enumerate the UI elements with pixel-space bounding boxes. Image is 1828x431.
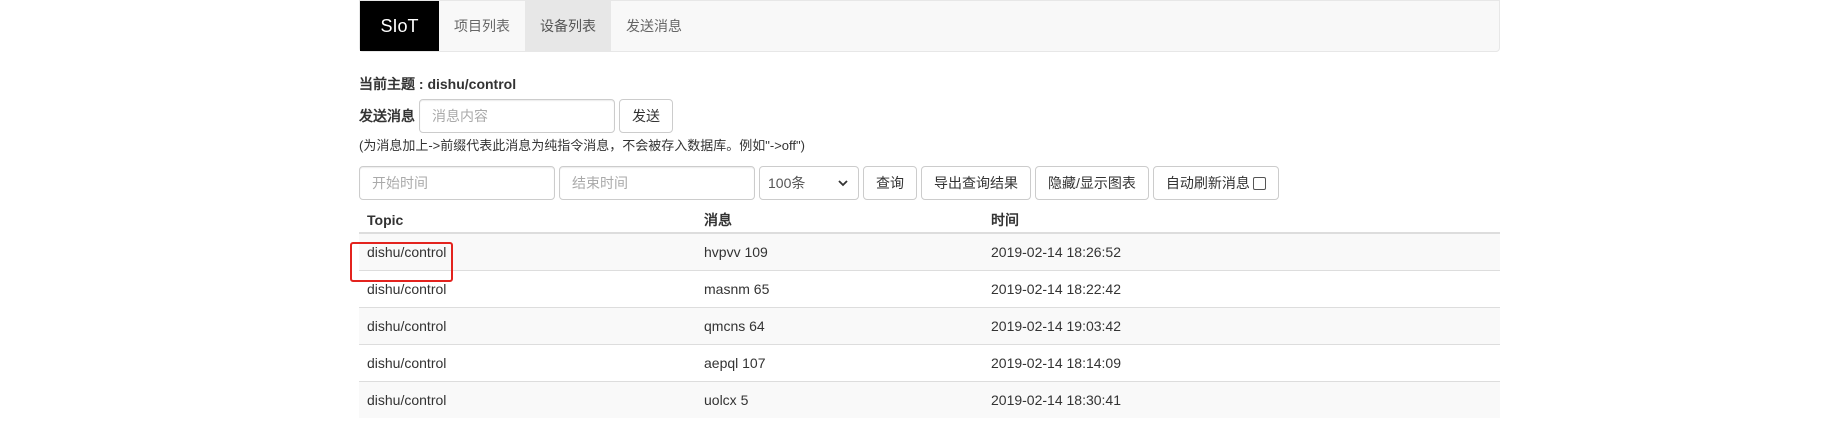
header-time: 时间	[983, 207, 1500, 234]
cell-message: uolcx 5	[696, 380, 983, 418]
nav-item-send-message[interactable]: 发送消息	[611, 1, 697, 51]
table-row: dishu/control masnm 65 2019-02-14 18:22:…	[359, 269, 1500, 307]
send-label: 发送消息	[359, 108, 415, 124]
send-button[interactable]: 发送	[619, 99, 673, 133]
query-button[interactable]: 查询	[863, 166, 917, 200]
auto-refresh-checkbox[interactable]	[1252, 176, 1266, 190]
brand-logo[interactable]: SIoT	[360, 1, 439, 51]
cell-topic: dishu/control	[359, 343, 696, 381]
table-header-row: Topic 消息 时间	[359, 207, 1500, 234]
limit-select-value: 100条	[768, 175, 806, 191]
cell-topic: dishu/control	[359, 306, 696, 344]
start-time-input[interactable]	[359, 166, 555, 200]
toggle-chart-button[interactable]: 隐藏/显示图表	[1035, 166, 1149, 200]
cell-message: qmcns 64	[696, 306, 983, 344]
cell-topic: dishu/control	[359, 232, 696, 270]
cell-time: 2019-02-14 18:22:42	[983, 269, 1500, 307]
current-topic: 当前主题 : dishu/control	[359, 76, 517, 92]
export-button[interactable]: 导出查询结果	[921, 166, 1031, 200]
auto-refresh-toggle[interactable]: 自动刷新消息	[1152, 166, 1279, 200]
nav-item-projects[interactable]: 项目列表	[439, 1, 525, 51]
auto-refresh-label: 自动刷新消息	[1165, 175, 1250, 191]
cell-topic: dishu/control	[359, 269, 696, 307]
cell-time: 2019-02-14 18:26:52	[983, 232, 1500, 270]
main-container: SIoT 项目列表 设备列表 发送消息 当前主题 : dishu/control…	[359, 0, 1500, 418]
cell-message: aepql 107	[696, 343, 983, 381]
end-time-input[interactable]	[559, 166, 755, 200]
cell-time: 2019-02-14 18:30:41	[983, 380, 1500, 418]
message-input[interactable]	[419, 99, 615, 133]
query-row: 100条 查询 导出查询结果 隐藏/显示图表 自动刷新消息	[359, 166, 1500, 200]
cell-message: hvpvv 109	[696, 232, 983, 270]
header-message: 消息	[696, 207, 983, 234]
table-row: dishu/control uolcx 5 2019-02-14 18:30:4…	[359, 380, 1500, 418]
messages-table: Topic 消息 时间 dishu/control hvpvv 109 2019…	[359, 207, 1500, 418]
header-topic: Topic	[359, 207, 696, 234]
cell-time: 2019-02-14 18:14:09	[983, 343, 1500, 381]
send-hint: (为消息加上->前缀代表此消息为纯指令消息，不会被存入数据库。例如"->off"…	[359, 138, 805, 153]
chevron-down-icon	[838, 180, 848, 187]
limit-select[interactable]: 100条	[759, 166, 859, 200]
table-row: dishu/control aepql 107 2019-02-14 18:14…	[359, 343, 1500, 381]
cell-message: masnm 65	[696, 269, 983, 307]
send-row: 发送消息 发送	[359, 99, 1500, 133]
cell-topic: dishu/control	[359, 380, 696, 418]
table-row: dishu/control hvpvv 109 2019-02-14 18:26…	[359, 232, 1500, 270]
navbar: SIoT 项目列表 设备列表 发送消息	[359, 0, 1500, 52]
nav-item-devices[interactable]: 设备列表	[525, 1, 611, 51]
cell-time: 2019-02-14 19:03:42	[983, 306, 1500, 344]
table-row: dishu/control qmcns 64 2019-02-14 19:03:…	[359, 306, 1500, 344]
